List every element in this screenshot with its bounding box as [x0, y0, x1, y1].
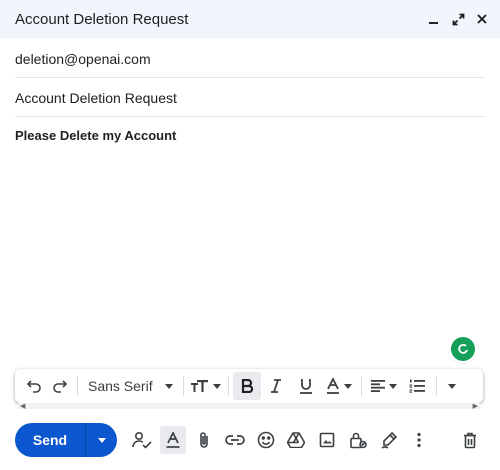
- text-color-icon[interactable]: [321, 372, 357, 400]
- body-text: Please Delete my Account: [15, 128, 177, 143]
- toolbar-divider: [360, 376, 362, 396]
- expand-icon[interactable]: [450, 10, 466, 28]
- toolbar-divider: [182, 376, 184, 396]
- subject-field[interactable]: Account Deletion Request: [15, 79, 485, 117]
- chevron-down-icon: [343, 383, 352, 389]
- toolbar-divider: [435, 376, 437, 396]
- bold-icon[interactable]: [232, 372, 261, 400]
- more-options-icon[interactable]: [406, 426, 432, 454]
- chevron-down-icon: [164, 383, 173, 389]
- underline-icon[interactable]: [291, 372, 321, 400]
- minimize-icon[interactable]: [426, 10, 442, 28]
- more-formatting-icon[interactable]: [441, 372, 463, 400]
- emoji-icon[interactable]: [253, 426, 279, 454]
- subject-text: Account Deletion Request: [15, 89, 177, 106]
- drive-icon[interactable]: [283, 426, 309, 454]
- compose-window: Account Deletion Request deletion@openai…: [0, 0, 500, 470]
- send-group: Send: [15, 423, 117, 457]
- schedule-send-dropdown[interactable]: [85, 423, 117, 457]
- link-icon[interactable]: [222, 426, 248, 454]
- chevron-down-icon: [388, 383, 397, 389]
- chevron-down-icon: [97, 437, 106, 443]
- toolbar-divider: [77, 376, 78, 396]
- toolbar-divider: [227, 376, 229, 396]
- chevron-down-icon: [212, 383, 221, 389]
- attach-icon[interactable]: [191, 426, 217, 454]
- send-button[interactable]: Send: [15, 423, 85, 457]
- window-controls: [426, 10, 490, 28]
- formatting-options-icon[interactable]: [160, 426, 187, 454]
- toolbar-scrollbar[interactable]: ◀ ▶: [18, 402, 480, 410]
- message-body[interactable]: Please Delete my Account: [15, 128, 485, 338]
- font-select-label: Sans Serif: [88, 378, 153, 394]
- align-icon[interactable]: [366, 372, 402, 400]
- grammarly-icon[interactable]: [451, 337, 475, 361]
- scroll-left-icon[interactable]: ◀: [20, 402, 25, 410]
- undo-icon[interactable]: [21, 372, 47, 400]
- photo-icon[interactable]: [314, 426, 340, 454]
- compose-titlebar[interactable]: Account Deletion Request: [0, 0, 500, 38]
- chevron-down-icon: [447, 383, 456, 389]
- delete-icon[interactable]: [457, 426, 483, 454]
- font-select[interactable]: Sans Serif: [82, 372, 179, 400]
- close-icon[interactable]: [474, 10, 490, 28]
- signature-icon[interactable]: [376, 426, 402, 454]
- italic-icon[interactable]: [261, 372, 291, 400]
- scroll-right-icon[interactable]: ▶: [473, 402, 478, 410]
- recipient-address: deletion@openai.com: [15, 50, 151, 67]
- to-field[interactable]: deletion@openai.com: [15, 40, 485, 78]
- confidential-icon[interactable]: [345, 426, 371, 454]
- text-size-icon[interactable]: [188, 372, 224, 400]
- recipients-check-icon[interactable]: [129, 426, 155, 454]
- compose-actions: Send: [15, 423, 485, 457]
- compose-title: Account Deletion Request: [15, 10, 189, 28]
- formatting-toolbar: Sans Serif: [15, 369, 483, 403]
- redo-icon[interactable]: [47, 372, 73, 400]
- numbered-list-icon[interactable]: [402, 372, 432, 400]
